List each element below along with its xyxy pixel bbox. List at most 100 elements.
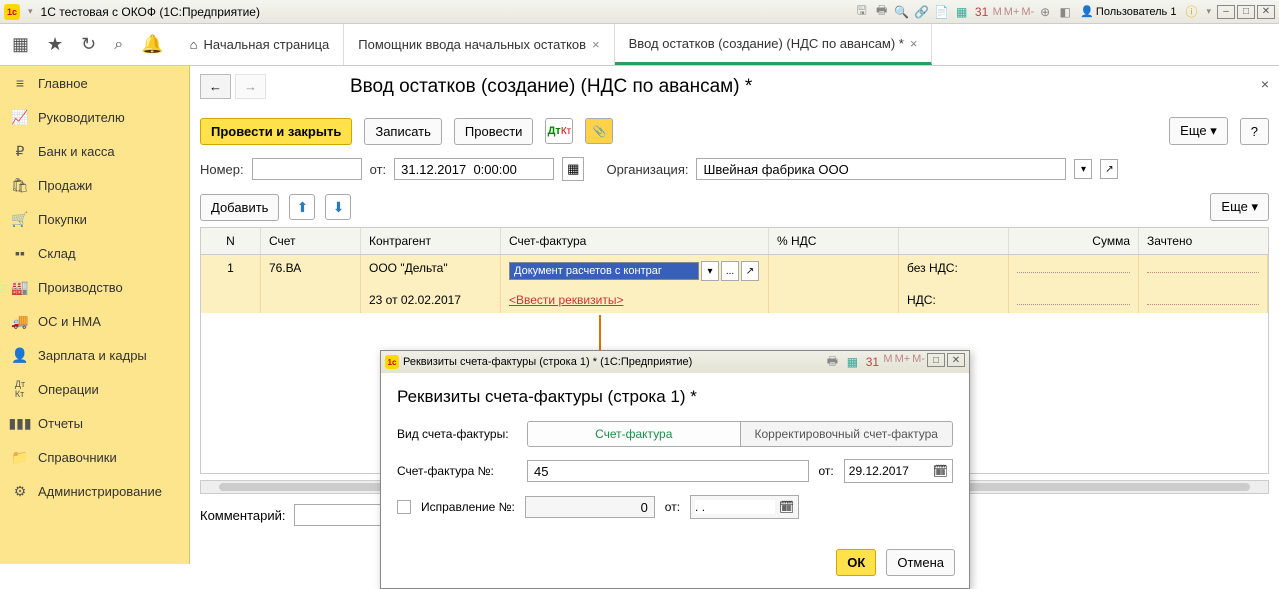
factory-icon: 🏭 xyxy=(12,279,28,295)
invoice-date-input[interactable]: 🗓 xyxy=(844,459,953,483)
invoice-num-input[interactable] xyxy=(527,460,809,482)
fix-num-input[interactable] xyxy=(525,496,655,518)
maximize-button[interactable]: □ xyxy=(1237,5,1255,19)
comment-input[interactable] xyxy=(294,504,394,526)
panel-icon[interactable]: ◧ xyxy=(1056,3,1074,21)
table-more-button[interactable]: Еще ▾ xyxy=(1210,193,1269,221)
post-and-close-button[interactable]: Провести и закрыть xyxy=(200,118,352,145)
invoice-dropdown[interactable]: ▾ xyxy=(701,261,719,281)
move-down[interactable]: ⬇ xyxy=(325,194,351,220)
sidebar-item-label: Главное xyxy=(38,76,88,91)
calendar-icon[interactable]: 31 xyxy=(863,353,881,371)
ruble-icon: ₽ xyxy=(12,143,28,159)
info-icon[interactable]: ⓘ xyxy=(1182,3,1200,21)
org-input[interactable] xyxy=(696,158,1066,180)
invoice-input[interactable] xyxy=(509,262,699,280)
number-input[interactable] xyxy=(252,158,362,180)
sidebar-item-catalogs[interactable]: 📁Справочники xyxy=(0,440,189,474)
sidebar-item-label: Банк и касса xyxy=(38,144,115,159)
invoice-select[interactable]: ... xyxy=(721,261,739,281)
sidebar-item-stock[interactable]: ▪▪Склад xyxy=(0,236,189,270)
star-icon[interactable]: ★ xyxy=(47,34,63,55)
m-minus-icon[interactable]: M- xyxy=(912,353,925,371)
calc-icon[interactable]: ▦ xyxy=(953,3,971,21)
sidebar-item-hr[interactable]: 👤Зарплата и кадры xyxy=(0,338,189,372)
add-row-button[interactable]: Добавить xyxy=(200,194,279,221)
post-button[interactable]: Провести xyxy=(454,118,534,145)
print-icon[interactable]: 🖶 xyxy=(823,353,841,371)
fix-date-input[interactable]: 🗓 xyxy=(690,495,799,519)
num-label: Счет-фактура №: xyxy=(397,464,517,478)
bell-icon[interactable]: 🔔 xyxy=(141,34,163,55)
cell-counterparty-bot: 23 от 02.02.2017 xyxy=(361,287,501,313)
tab-helper[interactable]: Помощник ввода начальных остатков × xyxy=(344,24,614,65)
nav-fwd[interactable]: → xyxy=(235,74,266,99)
tab-home[interactable]: ⌂ Начальная страница xyxy=(176,24,345,65)
bag-icon: 🛍 xyxy=(12,177,28,193)
help-button[interactable]: ? xyxy=(1240,118,1269,145)
m-plus-icon[interactable]: M+ xyxy=(1004,6,1020,18)
m-icon[interactable]: M xyxy=(993,6,1002,18)
calendar-icon[interactable]: 🗓 xyxy=(933,464,948,478)
more-button[interactable]: Еще ▾ xyxy=(1169,117,1228,145)
ok-button[interactable]: ОК xyxy=(836,549,876,576)
sidebar-item-main[interactable]: ≡Главное xyxy=(0,66,189,100)
sidebar-item-manager[interactable]: 📈Руководителю xyxy=(0,100,189,134)
cell-paid-top xyxy=(1139,255,1268,287)
table-row[interactable]: 1 76.ВА ООО "Дельта" ▾ ... ↗ без НДС: xyxy=(201,255,1268,287)
sidebar-item-purchases[interactable]: 🛒Покупки xyxy=(0,202,189,236)
cancel-button[interactable]: Отмена xyxy=(886,549,955,576)
sidebar-item-production[interactable]: 🏭Производство xyxy=(0,270,189,304)
sidebar-item-sales[interactable]: 🛍Продажи xyxy=(0,168,189,202)
table-row[interactable]: 23 от 02.02.2017 <Ввести реквизиты> НДС: xyxy=(201,287,1268,313)
dk-button[interactable]: ДтКт xyxy=(545,118,573,144)
cart-icon: 🛒 xyxy=(12,211,28,227)
dialog-maximize[interactable]: □ xyxy=(927,353,945,367)
org-dropdown[interactable]: ▾ xyxy=(1074,159,1092,179)
print-icon[interactable]: 🖶 xyxy=(873,3,891,21)
calc-icon[interactable]: ▦ xyxy=(843,353,861,371)
org-open[interactable]: ↗ xyxy=(1100,159,1118,179)
m-minus-icon[interactable]: M- xyxy=(1021,6,1034,18)
calendar-icon[interactable]: 31 xyxy=(973,3,991,21)
search-icon[interactable]: ⌕ xyxy=(114,36,123,54)
attach-button[interactable]: 📎 xyxy=(585,118,613,144)
tab-helper-close[interactable]: × xyxy=(592,37,600,52)
opt-corrective[interactable]: Корректировочный счет-фактура xyxy=(740,422,953,446)
sidebar-item-assets[interactable]: 🚚ОС и НМА xyxy=(0,304,189,338)
link-icon[interactable]: 🔗 xyxy=(913,3,931,21)
home-icon: ⌂ xyxy=(190,37,198,52)
sidebar-item-admin[interactable]: ⚙Администрирование xyxy=(0,474,189,508)
tab-entry-close[interactable]: × xyxy=(910,36,918,51)
page-close[interactable]: × xyxy=(1261,76,1269,92)
sidebar-item-bank[interactable]: ₽ Банк и касса xyxy=(0,134,189,168)
opt-invoice[interactable]: Счет-фактура xyxy=(528,422,740,446)
minimize-button[interactable]: – xyxy=(1217,5,1235,19)
m-icon[interactable]: M xyxy=(883,353,892,371)
dialog-close[interactable]: ✕ xyxy=(947,353,965,367)
cell-invoice-link[interactable]: <Ввести реквизиты> xyxy=(501,287,769,313)
sidebar-item-operations[interactable]: ДтКтОперации xyxy=(0,372,189,406)
move-up[interactable]: ⬆ xyxy=(289,194,315,220)
sidebar-item-reports[interactable]: ▮▮▮Отчеты xyxy=(0,406,189,440)
info-dropdown-icon[interactable]: ▾ xyxy=(1206,6,1211,17)
date-input[interactable] xyxy=(394,158,554,180)
search-ext-icon[interactable]: 🔍 xyxy=(893,3,911,21)
calendar-btn[interactable]: ▦ xyxy=(562,157,584,181)
apps-icon[interactable]: ▦ xyxy=(12,34,29,55)
calendar-icon[interactable]: 🗓 xyxy=(779,500,794,514)
history-icon[interactable]: ↻ xyxy=(81,34,96,55)
tab-entry[interactable]: Ввод остатков (создание) (НДС по авансам… xyxy=(615,24,933,65)
zoom-icon[interactable]: ⊕ xyxy=(1036,3,1054,21)
record-button[interactable]: Записать xyxy=(364,118,442,145)
save-icon[interactable]: 🖫 xyxy=(853,3,871,21)
col-paid: Зачтено xyxy=(1139,228,1268,254)
close-button[interactable]: ✕ xyxy=(1257,5,1275,19)
invoice-open[interactable]: ↗ xyxy=(741,261,759,281)
copy-icon[interactable]: 📄 xyxy=(933,3,951,21)
user-label[interactable]: 👤 Пользователь 1 xyxy=(1080,5,1176,18)
fix-checkbox[interactable] xyxy=(397,500,411,514)
m-plus-icon[interactable]: M+ xyxy=(895,353,911,371)
nav-back[interactable]: ← xyxy=(200,74,231,99)
dropdown-icon[interactable]: ▾ xyxy=(28,6,33,17)
